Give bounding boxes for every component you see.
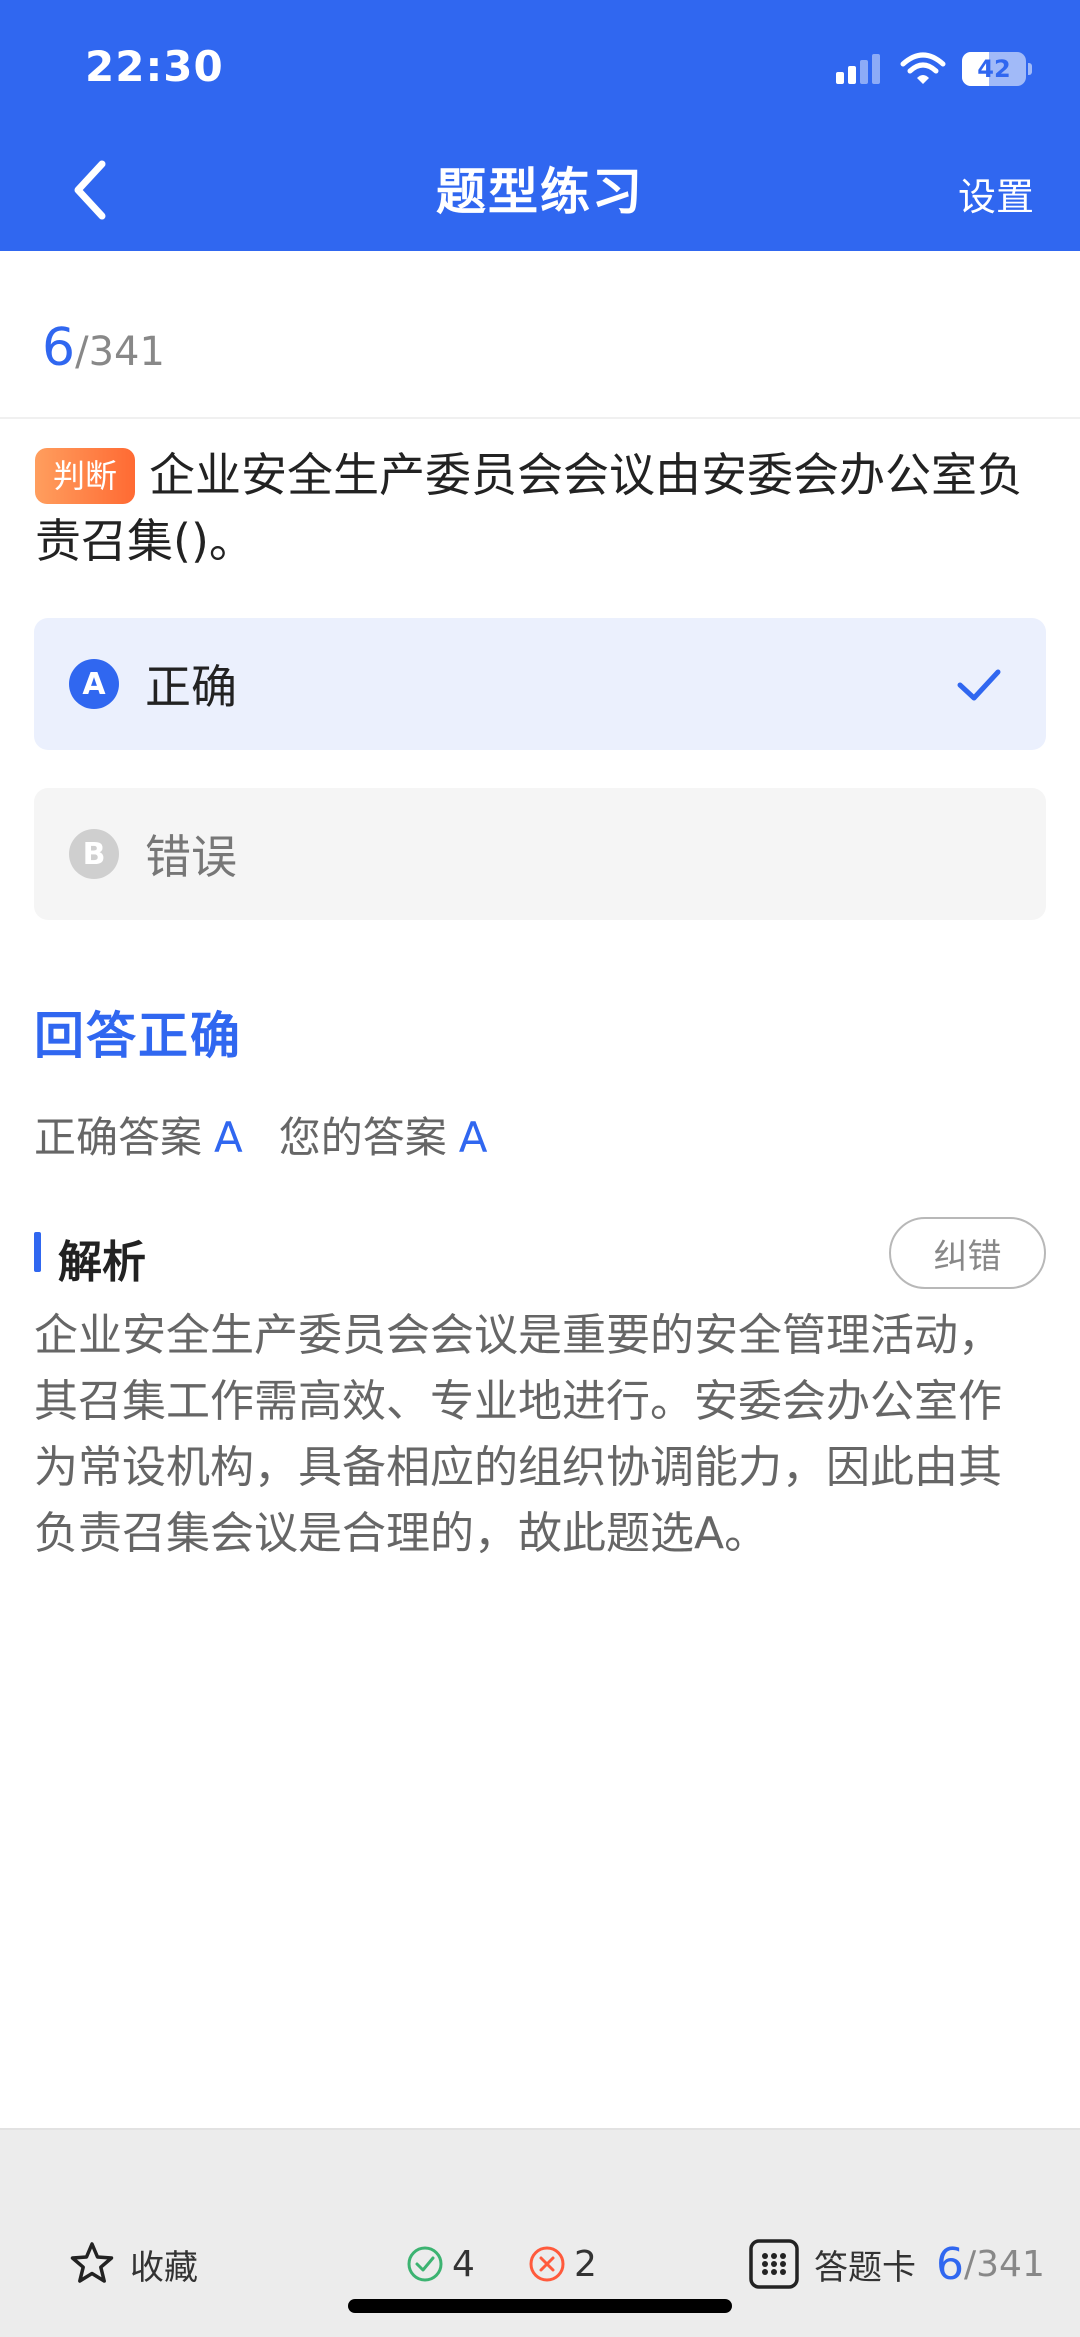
- your-answer-value: A: [458, 1113, 488, 1162]
- wifi-icon: [900, 52, 946, 84]
- option-a-letter: A: [69, 659, 119, 709]
- result-status: 回答正确: [34, 1007, 242, 1065]
- bottom-progress-current: 6: [936, 2238, 964, 2290]
- progress-current: 6: [42, 318, 76, 378]
- option-b-text: 错误: [145, 830, 237, 884]
- report-error-button[interactable]: 纠错: [889, 1217, 1046, 1289]
- correct-count-value: 4: [452, 2243, 475, 2285]
- option-a-text: 正确: [145, 660, 237, 714]
- favorite-label: 收藏: [130, 2247, 198, 2288]
- bottom-progress-total: /341: [964, 2243, 1045, 2285]
- option-b-letter: B: [69, 829, 119, 879]
- star-icon: [70, 2242, 114, 2283]
- answer-card-label: 答题卡: [814, 2247, 916, 2288]
- analysis-text: 企业安全生产委员会会议是重要的安全管理活动，其召集工作需高效、专业地进行。安委会…: [34, 1310, 1002, 1559]
- settings-button[interactable]: 设置: [958, 166, 1034, 221]
- wrong-count-value: 2: [574, 2243, 597, 2285]
- top-app-bar: 22:30 42 题型练习 设置: [0, 0, 1080, 251]
- answer-card-button[interactable]: 答题卡: [748, 2234, 916, 2294]
- cross-circle-icon: [529, 2246, 565, 2282]
- correct-answer-value: A: [214, 1113, 243, 1162]
- correct-answer-label: 正确答案: [34, 1113, 203, 1162]
- battery-percent: 42: [977, 55, 1011, 83]
- question-progress: 6/341: [42, 318, 165, 378]
- your-answer-label: 您的答案: [278, 1113, 447, 1162]
- correct-count[interactable]: 4: [406, 2234, 475, 2294]
- signal-icon: [836, 54, 880, 84]
- answer-summary: 正确答案 A 您的答案 A: [34, 1104, 524, 1165]
- question-text: 企业安全生产委员会会议由安委会办公室负责召集()。: [35, 448, 1024, 568]
- status-icons: 42: [834, 44, 1032, 94]
- battery-tip: [1028, 63, 1032, 75]
- progress-total: /341: [75, 329, 165, 375]
- bottom-progress: 6/341: [936, 2234, 1045, 2294]
- status-time: 22:30: [85, 42, 224, 91]
- check-icon: [957, 669, 1001, 701]
- analysis-title: 解析: [58, 1237, 146, 1288]
- question-type-tag: 判断: [35, 448, 136, 504]
- divider: [0, 417, 1080, 419]
- section-accent-bar: [34, 1232, 41, 1272]
- battery-icon: 42: [962, 52, 1026, 86]
- option-a[interactable]: A 正确: [34, 618, 1046, 750]
- page-title: 题型练习: [436, 163, 644, 221]
- option-b[interactable]: B 错误: [34, 788, 1046, 920]
- favorite-button[interactable]: 收藏: [68, 2234, 198, 2294]
- check-circle-icon: [407, 2246, 443, 2282]
- question-stem: 判断 企业安全生产委员会会议由安委会办公室负责召集()。: [35, 442, 1035, 574]
- grid-icon: [749, 2239, 799, 2289]
- home-indicator: [348, 2299, 732, 2313]
- wrong-count[interactable]: 2: [528, 2234, 597, 2294]
